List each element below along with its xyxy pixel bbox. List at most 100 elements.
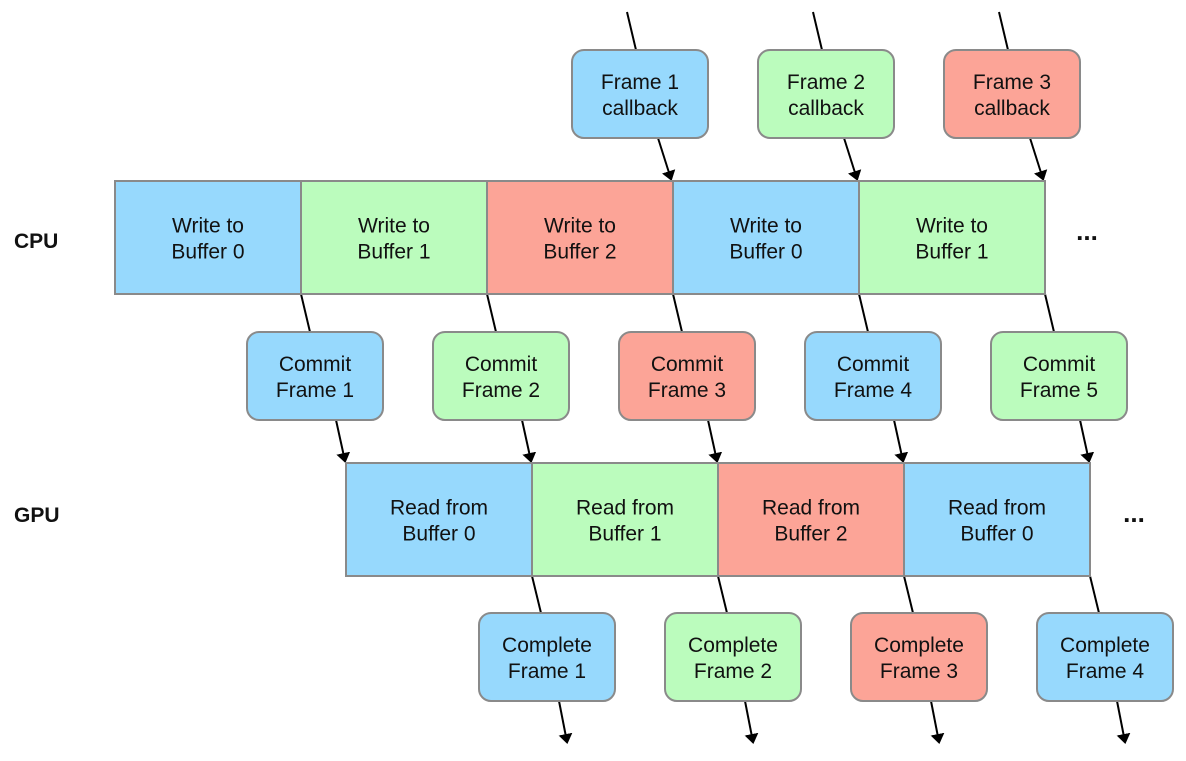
cpu-row-label: CPU [14,230,58,253]
commit-box-label-line2: Frame 4 [834,379,913,402]
commit-box: Commit Frame 2 [432,331,570,421]
cpu-segment-label-line1: Write to [172,215,244,238]
gpu-segment-label-line1: Read from [762,497,860,520]
gpu-row-label: GPU [14,504,60,527]
commit-box: Commit Frame 5 [990,331,1128,421]
callback-box-label-line2: callback [602,97,678,120]
cpu-segment-rect [114,180,302,295]
complete-arrow [744,700,759,744]
complete-box-rect [664,612,802,702]
cpu-segment-rect [300,180,488,295]
complete-box-label-line2: Frame 2 [694,660,772,683]
gpu-segment: Read from Buffer 1 [531,462,719,577]
complete-box-label-line2: Frame 4 [1066,660,1145,683]
commit-box-rect [990,331,1128,421]
commit-box-rect [246,331,384,421]
cpu-segment-label-line2: Buffer 0 [729,241,802,264]
complete-box-rect [850,612,988,702]
gpu-segment: Read from Buffer 0 [345,462,533,577]
complete-box: Complete Frame 4 [1036,612,1174,702]
complete-box-label-line1: Complete [1060,634,1150,657]
complete-box-label-line2: Frame 1 [508,660,586,683]
cpu-to-commit-line [858,293,869,333]
commit-box-rect [432,331,570,421]
callback-box-label-line2: callback [974,97,1050,120]
commit-box-rect [618,331,756,421]
gpu-segment-rect [717,462,905,577]
commit-box-label-line2: Frame 1 [276,379,354,402]
callback-box-label-line2: callback [788,97,864,120]
complete-box-label-line1: Complete [688,634,778,657]
cpu-segment: Write to Buffer 0 [672,180,860,295]
gpu-segment-label-line1: Read from [390,497,488,520]
cpu-segment-rect [672,180,860,295]
callback-arrow [657,137,676,181]
commit-box: Commit Frame 1 [246,331,384,421]
cpu-segment: Write to Buffer 1 [858,180,1046,295]
cpu-segment-rect [486,180,674,295]
triple-buffering-diagram: CPU GPU Write to Buffer 0 Write to Buffer 1… [14,11,1174,744]
complete-box: Complete Frame 1 [478,612,616,702]
complete-box: Complete Frame 3 [850,612,988,702]
gpu-segment-label-line2: Buffer 2 [774,523,847,546]
cpu-ellipsis: ... [1076,216,1098,246]
callback-box-label-line1: Frame 1 [601,71,679,94]
complete-box-label-line2: Frame 3 [880,660,958,683]
incoming-line [812,11,823,51]
gpu-to-complete-line [531,575,542,614]
gpu-segment-label-line2: Buffer 1 [588,523,661,546]
commit-arrow [893,419,909,463]
complete-box: Complete Frame 2 [664,612,802,702]
cpu-segment-label-line2: Buffer 0 [171,241,244,264]
cpu-segment-label-line2: Buffer 1 [357,241,430,264]
gpu-segment-label-line1: Read from [948,497,1046,520]
complete-arrow [558,700,573,744]
complete-arrow [930,700,945,744]
diagram-shapes: Write toBuffer 0Write toBuffer 1Write to… [114,49,1174,702]
callback-arrow [1029,137,1048,181]
commit-arrow [1079,419,1095,463]
gpu-segment-rect [903,462,1091,577]
callback-box-rect [757,49,895,139]
commit-arrow [521,419,537,463]
commit-box-label-line1: Commit [837,353,909,376]
callback-box: Frame 3 callback [943,49,1081,139]
cpu-segment-label-line1: Write to [916,215,988,238]
cpu-segment: Write to Buffer 0 [114,180,302,295]
gpu-to-complete-line [717,575,728,614]
cpu-segment-rect [858,180,1046,295]
gpu-to-complete-line [1089,575,1100,614]
commit-box-label-line2: Frame 2 [462,379,540,402]
callback-box-rect [571,49,709,139]
cpu-to-commit-line [672,293,683,333]
complete-box-label-line1: Complete [874,634,964,657]
commit-box-label-line1: Commit [1023,353,1095,376]
cpu-segment: Write to Buffer 2 [486,180,674,295]
gpu-segment-rect [345,462,533,577]
callback-box-label-line1: Frame 3 [973,71,1051,94]
complete-box-rect [1036,612,1174,702]
cpu-to-commit-line [300,293,311,333]
gpu-to-complete-line [903,575,914,614]
commit-arrow [707,419,723,463]
gpu-segment-label-line2: Buffer 0 [960,523,1033,546]
cpu-segment-label-line1: Write to [730,215,802,238]
cpu-to-commit-line [1044,293,1055,333]
commit-box: Commit Frame 3 [618,331,756,421]
cpu-segment: Write to Buffer 1 [300,180,488,295]
callback-box-label-line1: Frame 2 [787,71,865,94]
callback-box: Frame 2 callback [757,49,895,139]
gpu-segment: Read from Buffer 0 [903,462,1091,577]
complete-arrow [1116,700,1131,744]
gpu-segment-rect [531,462,719,577]
gpu-ellipsis: ... [1123,498,1145,528]
complete-box-rect [478,612,616,702]
callback-arrow [843,137,862,181]
gpu-segment-label-line1: Read from [576,497,674,520]
callback-box: Frame 1 callback [571,49,709,139]
cpu-segment-label-line2: Buffer 1 [915,241,988,264]
commit-box-label-line2: Frame 3 [648,379,726,402]
cpu-segment-label-line1: Write to [358,215,430,238]
cpu-segment-label-line1: Write to [544,215,616,238]
commit-box-label-line1: Commit [651,353,723,376]
